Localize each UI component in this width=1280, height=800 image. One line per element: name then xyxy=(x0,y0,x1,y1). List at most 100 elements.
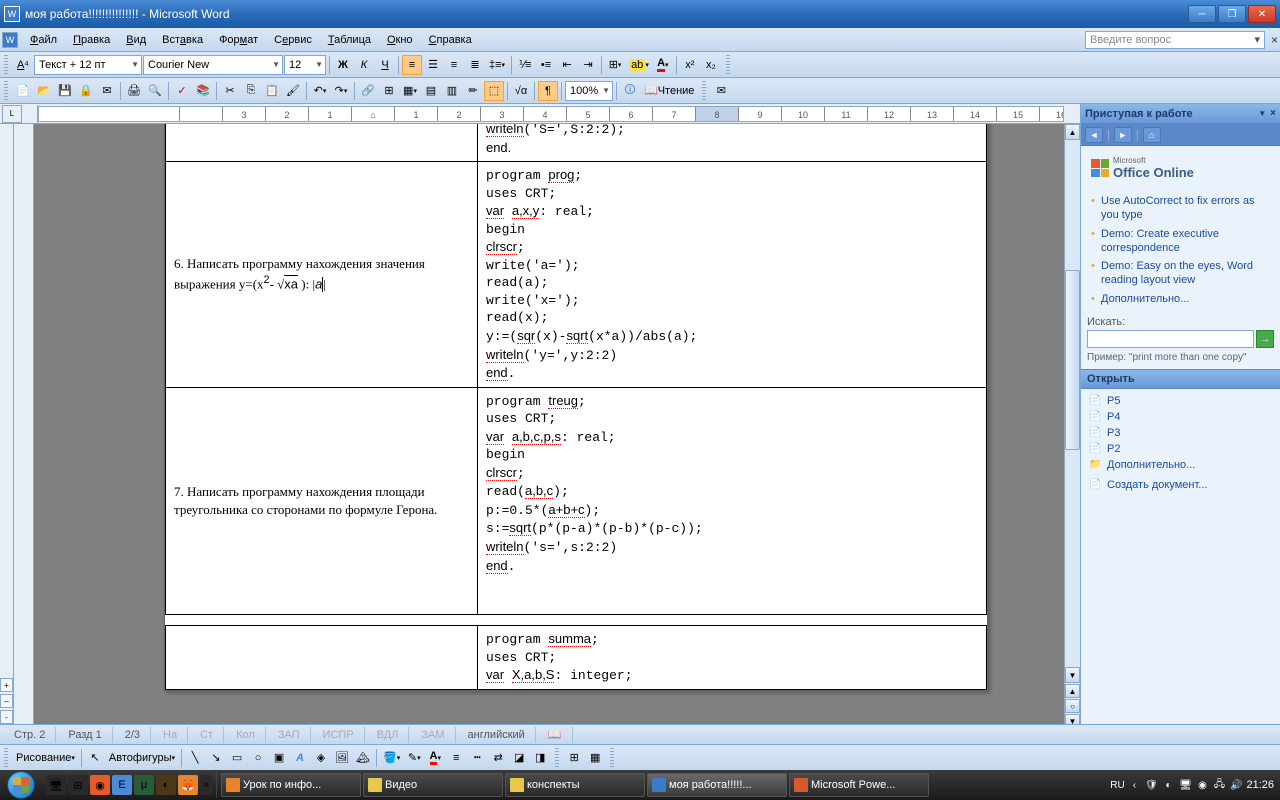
tp-link-demo2[interactable]: Demo: Easy on the eyes, Word reading lay… xyxy=(1087,257,1274,290)
align-center-button[interactable]: ☰ xyxy=(423,55,443,75)
align-left-button[interactable]: ≡ xyxy=(402,55,422,75)
tables-borders-button[interactable]: ⊞ xyxy=(379,81,399,101)
drawing-button[interactable]: ✏ xyxy=(463,81,483,101)
columns-button[interactable]: ▥ xyxy=(442,81,462,101)
new-button[interactable]: 📄 xyxy=(13,81,33,101)
paste-button[interactable]: 📋 xyxy=(262,81,282,101)
task-item[interactable]: Видео xyxy=(363,773,503,797)
zoom-combo[interactable]: 100%▼ xyxy=(565,81,613,101)
dash-style-button[interactable]: ┅ xyxy=(467,748,487,768)
styles-pane-button[interactable]: A⁴ xyxy=(13,55,33,75)
menu-help[interactable]: Справка xyxy=(421,32,480,48)
task-pane-dropdown[interactable]: ▼ xyxy=(1258,109,1266,118)
toolbar-grip-2[interactable] xyxy=(726,55,730,75)
print-button[interactable]: 🖨 xyxy=(124,81,144,101)
print-preview-button[interactable]: 🔍 xyxy=(145,81,165,101)
task-item[interactable]: конспекты xyxy=(505,773,645,797)
increase-indent-button[interactable]: ⇥ xyxy=(578,55,598,75)
permission-button[interactable]: 🔒 xyxy=(76,81,96,101)
open-button[interactable]: 📂 xyxy=(34,81,54,101)
ql-switch[interactable]: ⊞ xyxy=(68,775,88,795)
email-button[interactable]: ✉ xyxy=(97,81,117,101)
line-style-button[interactable]: ≡ xyxy=(446,748,466,768)
task-pane-search-go[interactable]: → xyxy=(1256,330,1274,348)
doc-map-button[interactable]: ⬚ xyxy=(484,81,504,101)
recent-more[interactable]: Дополнительно... xyxy=(1087,457,1274,473)
numbered-list-button[interactable]: ⅟≡ xyxy=(515,55,535,75)
select-objects-button[interactable]: ↖ xyxy=(85,748,105,768)
decrease-indent-button[interactable]: ⇤ xyxy=(557,55,577,75)
toolbar-grip-4[interactable] xyxy=(702,81,706,101)
cut-button[interactable]: ✂ xyxy=(220,81,240,101)
draw-grip[interactable] xyxy=(4,748,8,768)
task-pane-forward[interactable]: ► xyxy=(1114,127,1132,143)
autoshapes-menu[interactable]: Автофигуры ▾ xyxy=(106,748,178,768)
arrow-style-button[interactable]: ⇄ xyxy=(488,748,508,768)
tray-icon[interactable]: ◐ xyxy=(1161,778,1175,792)
app-menu-icon[interactable]: W xyxy=(2,32,18,48)
font-color-button[interactable]: A▾ xyxy=(653,55,673,75)
format-painter-button[interactable]: 🖌 xyxy=(283,81,303,101)
ql-app5[interactable]: 🦊 xyxy=(178,775,198,795)
3d-button[interactable]: ◨ xyxy=(530,748,550,768)
font-color-draw-button[interactable]: A▾ xyxy=(425,748,445,768)
tp-link-more[interactable]: Дополнительно... xyxy=(1087,290,1274,308)
tray-expand[interactable]: ‹ xyxy=(1127,778,1141,792)
scroll-thumb[interactable] xyxy=(1065,270,1080,450)
italic-button[interactable]: К xyxy=(354,55,374,75)
equation-button[interactable]: √α xyxy=(511,81,531,101)
line-color-button[interactable]: ✎▾ xyxy=(404,748,424,768)
borders-button[interactable]: ⊞▾ xyxy=(605,55,625,75)
copy-button[interactable]: ⎘ xyxy=(241,81,261,101)
oval-button[interactable]: ○ xyxy=(248,748,268,768)
research-button[interactable]: 📚 xyxy=(193,81,213,101)
envelope-button[interactable]: ✉ xyxy=(711,81,731,101)
diagram-button[interactable]: ◈ xyxy=(311,748,331,768)
rectangle-button[interactable]: ▭ xyxy=(227,748,247,768)
menu-edit[interactable]: Правка xyxy=(65,32,118,48)
shadow-button[interactable]: ◪ xyxy=(509,748,529,768)
tray-icon[interactable]: 🛡 xyxy=(1144,778,1158,792)
vertical-ruler[interactable] xyxy=(14,124,34,728)
ruler-corner[interactable]: L xyxy=(2,105,22,123)
ql-app1[interactable]: ◉ xyxy=(90,775,110,795)
start-button[interactable] xyxy=(0,770,42,800)
scroll-down-button[interactable]: ▼ xyxy=(1065,667,1080,683)
ql-app3[interactable]: μ xyxy=(134,775,154,795)
task-item[interactable]: Урок по инфо... xyxy=(221,773,361,797)
ask-question-box[interactable]: Введите вопрос xyxy=(1085,31,1265,49)
zoom-line[interactable]: – xyxy=(0,694,13,708)
undo-button[interactable]: ↶▾ xyxy=(310,81,330,101)
menu-close-doc[interactable]: × xyxy=(1271,33,1278,47)
textbox-button[interactable]: ▣ xyxy=(269,748,289,768)
menu-format[interactable]: Формат xyxy=(211,32,266,48)
recent-file[interactable]: P2 xyxy=(1087,441,1274,457)
line-button[interactable]: ╲ xyxy=(185,748,205,768)
show-marks-button[interactable]: ¶ xyxy=(538,81,558,101)
ql-app4[interactable]: ◐ xyxy=(156,775,176,795)
browse-object-button[interactable]: ○ xyxy=(1065,699,1080,713)
toolbar-grip-3[interactable] xyxy=(4,81,8,101)
minimize-button[interactable]: ─ xyxy=(1188,5,1216,23)
menu-file[interactable]: Файл xyxy=(22,32,65,48)
task-item[interactable]: моя работа!!!!!... xyxy=(647,773,787,797)
align-justify-button[interactable]: ≣ xyxy=(465,55,485,75)
underline-button[interactable]: Ч xyxy=(375,55,395,75)
tray-lang[interactable]: RU xyxy=(1110,778,1124,792)
clipart-button[interactable]: 🖼 xyxy=(332,748,352,768)
excel-button[interactable]: ▤ xyxy=(421,81,441,101)
save-button[interactable]: 💾 xyxy=(55,81,75,101)
task-pane-search-input[interactable] xyxy=(1087,330,1254,348)
menu-window[interactable]: Окно xyxy=(379,32,421,48)
zoom-plus[interactable]: + xyxy=(0,678,13,692)
status-rec[interactable]: ЗАП xyxy=(268,727,311,743)
menu-service[interactable]: Сервис xyxy=(266,32,320,48)
draw-grip-3[interactable] xyxy=(610,748,614,768)
insert-table-button[interactable]: ▦▾ xyxy=(400,81,420,101)
tray-clock[interactable]: 21:26 xyxy=(1246,779,1274,791)
font-size-combo[interactable]: 12▼ xyxy=(284,55,326,75)
help-button[interactable]: 🛈 xyxy=(620,81,640,101)
toolbar-grip[interactable] xyxy=(4,55,8,75)
scroll-up-button[interactable]: ▲ xyxy=(1065,124,1080,140)
tp-link-autocorrect[interactable]: Use AutoCorrect to fix errors as you typ… xyxy=(1087,192,1274,225)
